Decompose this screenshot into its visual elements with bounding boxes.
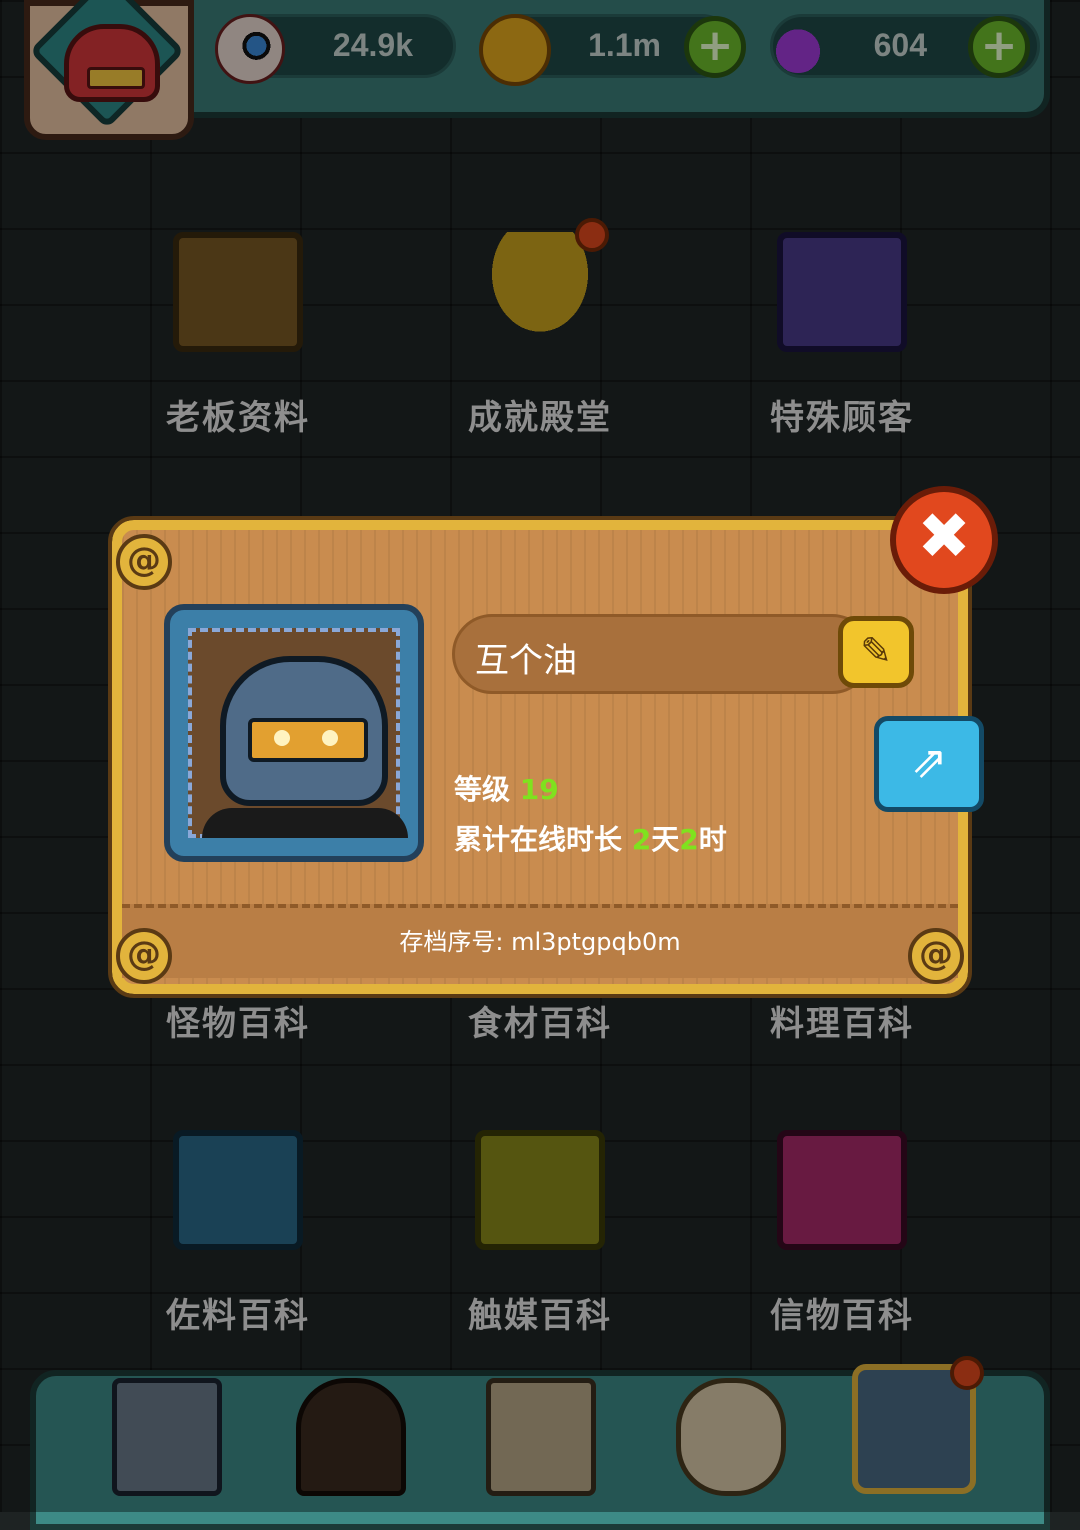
skull-book-icon: [475, 1130, 605, 1250]
menu-boss-profile[interactable]: 老板资料: [118, 232, 358, 439]
eyeball-resource: 24.9k: [215, 14, 456, 84]
player-name-field: 互个油: [452, 614, 872, 694]
serial-label: 存档序号:: [399, 928, 504, 956]
add-potion-button[interactable]: +: [968, 16, 1030, 78]
menu-boss-profile-label: 老板资料: [166, 398, 310, 438]
menu-ingredient-encyclopedia-label: 食材百科: [468, 1004, 612, 1044]
player-portrait: [164, 604, 424, 862]
online-time-label: 累计在线时长: [454, 823, 623, 856]
menu-special-customers-label: 特殊顾客: [770, 398, 914, 438]
nav-book-button[interactable]: [486, 1378, 596, 1496]
online-hours: 2: [679, 823, 699, 856]
ninja-helmet-icon: [220, 656, 388, 806]
customer-book-icon: [777, 232, 907, 352]
seasoning-book-icon: [173, 1130, 303, 1250]
menu-catalyst-encyclopedia-label: 触媒百科: [468, 1296, 612, 1336]
close-dialog-button[interactable]: ✖: [890, 486, 998, 594]
cleaver-book-icon: [777, 1130, 907, 1250]
coin-count: 1.1m: [588, 27, 661, 63]
eyeball-count: 24.9k: [332, 27, 413, 63]
edit-name-button[interactable]: ✎: [838, 616, 914, 688]
menu-achievement-hall-label: 成就殿堂: [468, 398, 612, 438]
share-button[interactable]: ⇗: [874, 716, 984, 812]
level-value: 19: [519, 773, 559, 806]
menu-catalyst-encyclopedia[interactable]: 触媒百科: [420, 1130, 660, 1337]
online-time-row: 累计在线时长 2天2时: [454, 818, 727, 858]
potion-count: 604: [873, 27, 927, 63]
menu-special-customers[interactable]: 特殊顾客: [722, 232, 962, 439]
menu-token-encyclopedia-label: 信物百科: [770, 1296, 914, 1336]
monster-avatar-icon: [64, 24, 160, 102]
trophy-icon: [475, 218, 609, 352]
menu-seasoning-encyclopedia[interactable]: 佐料百科: [118, 1130, 358, 1337]
online-hours-unit: 时: [698, 823, 727, 856]
nav-shop-button[interactable]: [112, 1378, 222, 1496]
scroll-corner-icon: @: [116, 534, 172, 590]
add-coin-button[interactable]: +: [684, 16, 746, 78]
serial-value: ml3ptgpqb0m: [511, 928, 681, 956]
resource-bar: 24.9k 1.1m + 604 +: [160, 0, 1050, 118]
level-row: 等级 19: [454, 768, 559, 808]
potion-icon: [769, 11, 827, 73]
menu-token-encyclopedia[interactable]: 信物百科: [722, 1130, 962, 1337]
level-label: 等级: [454, 773, 511, 806]
menu-monster-encyclopedia-label: 怪物百科: [166, 1004, 310, 1044]
player-avatar-button[interactable]: [24, 0, 194, 140]
nav-coin-bag-button[interactable]: [676, 1378, 786, 1496]
menu-achievement-hall[interactable]: 成就殿堂: [420, 218, 660, 439]
nav-collection-button[interactable]: [852, 1356, 984, 1494]
profile-dialog: @ @ @ 互个油 ✎ ⇗ 等级 19 累计在线时长 2天2时 存档序号: ml…: [108, 486, 998, 998]
menu-cuisine-encyclopedia-label: 料理百科: [770, 1004, 914, 1044]
coin-icon: [479, 14, 551, 86]
notification-dot: [575, 218, 609, 252]
save-serial: 存档序号: ml3ptgpqb0m: [112, 922, 968, 957]
notification-dot: [950, 1356, 984, 1390]
menu-seasoning-encyclopedia-label: 佐料百科: [166, 1296, 310, 1336]
nav-monster-button[interactable]: [296, 1378, 406, 1496]
online-days: 2: [631, 823, 652, 856]
player-name: 互个油: [475, 641, 577, 681]
eyeball-icon: [215, 14, 285, 84]
id-card-icon: [173, 232, 303, 352]
online-days-unit: 天: [651, 823, 680, 856]
